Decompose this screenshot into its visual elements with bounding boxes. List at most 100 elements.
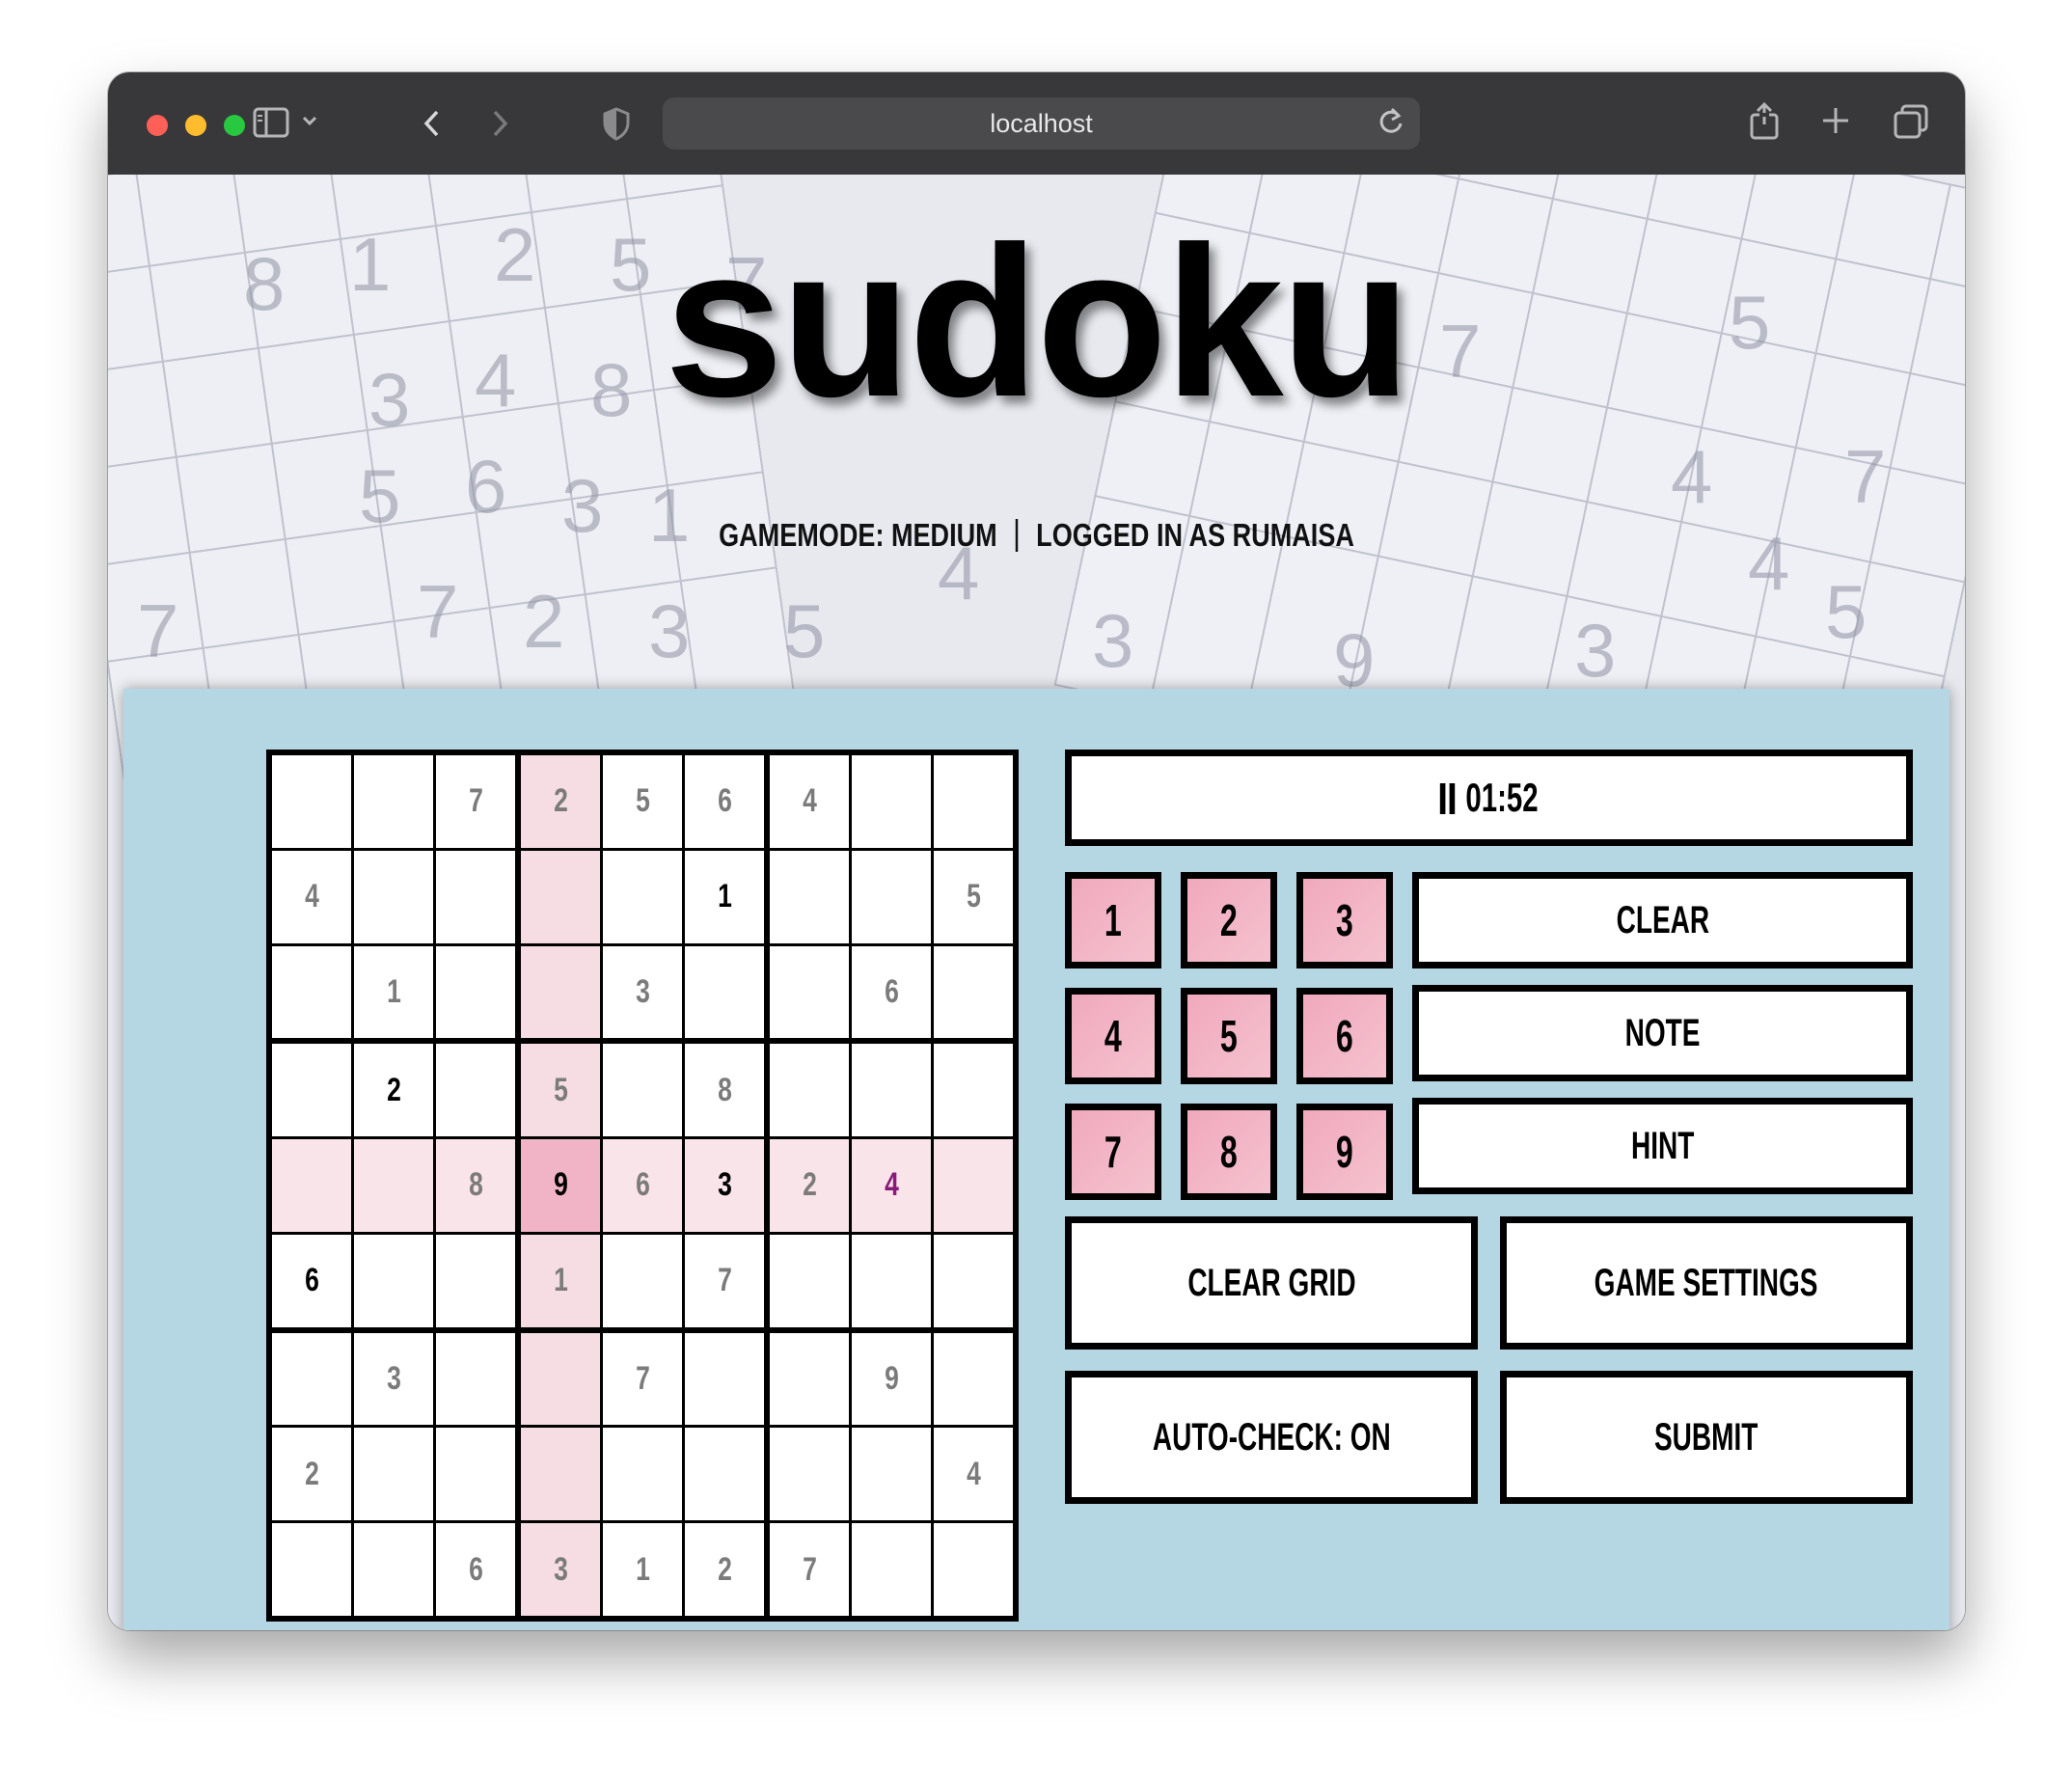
grid-cell-r4c8[interactable] <box>852 1044 931 1137</box>
grid-cell-r3c6[interactable] <box>685 945 764 1039</box>
grid-cell-r1c5[interactable]: 5 <box>603 755 682 848</box>
grid-cell-r5c7[interactable]: 2 <box>770 1139 849 1232</box>
share-icon[interactable] <box>1748 101 1781 144</box>
grid-cell-r4c1[interactable] <box>272 1044 351 1137</box>
grid-cell-r6c6[interactable]: 7 <box>685 1234 764 1327</box>
number-button-6[interactable]: 6 <box>1296 988 1393 1084</box>
grid-cell-r7c2[interactable]: 3 <box>354 1332 433 1426</box>
grid-cell-r6c9[interactable] <box>934 1234 1013 1327</box>
grid-cell-r8c8[interactable] <box>852 1428 931 1521</box>
grid-cell-r9c2[interactable] <box>354 1523 433 1616</box>
grid-cell-r7c9[interactable] <box>934 1332 1013 1426</box>
grid-cell-r4c2[interactable]: 2 <box>354 1044 433 1137</box>
grid-cell-r3c5[interactable]: 3 <box>603 945 682 1039</box>
grid-cell-r1c2[interactable] <box>354 755 433 848</box>
submit-button[interactable]: SUBMIT <box>1500 1371 1913 1504</box>
shield-icon[interactable] <box>602 106 631 145</box>
grid-cell-r6c1[interactable]: 6 <box>272 1234 351 1327</box>
note-button[interactable]: NOTE <box>1412 985 1913 1081</box>
grid-cell-r8c2[interactable] <box>354 1428 433 1521</box>
grid-cell-r2c9[interactable]: 5 <box>934 850 1013 943</box>
address-bar[interactable]: localhost <box>663 97 1420 150</box>
number-button-4[interactable]: 4 <box>1065 988 1161 1084</box>
grid-cell-r7c8[interactable]: 9 <box>852 1332 931 1426</box>
grid-cell-r7c7[interactable] <box>770 1332 849 1426</box>
hint-button[interactable]: HINT <box>1412 1098 1913 1194</box>
grid-cell-r2c6[interactable]: 1 <box>685 850 764 943</box>
grid-cell-r8c3[interactable] <box>436 1428 515 1521</box>
grid-cell-r9c9[interactable] <box>934 1523 1013 1616</box>
grid-cell-r2c5[interactable] <box>603 850 682 943</box>
grid-cell-r9c7[interactable]: 7 <box>770 1523 849 1616</box>
grid-cell-r5c8[interactable]: 4 <box>852 1139 931 1232</box>
grid-cell-r5c9[interactable] <box>934 1139 1013 1232</box>
grid-cell-r1c6[interactable]: 6 <box>685 755 764 848</box>
grid-cell-r3c4[interactable] <box>521 945 600 1039</box>
grid-cell-r7c3[interactable] <box>436 1332 515 1426</box>
grid-cell-r4c4[interactable]: 5 <box>521 1044 600 1137</box>
grid-cell-r5c3[interactable]: 8 <box>436 1139 515 1232</box>
number-button-7[interactable]: 7 <box>1065 1104 1161 1200</box>
grid-cell-r5c1[interactable] <box>272 1139 351 1232</box>
grid-cell-r7c1[interactable] <box>272 1332 351 1426</box>
timer-display[interactable]: 01:52 <box>1065 750 1913 846</box>
grid-cell-r3c9[interactable] <box>934 945 1013 1039</box>
grid-cell-r4c5[interactable] <box>603 1044 682 1137</box>
grid-cell-r7c4[interactable] <box>521 1332 600 1426</box>
grid-cell-r6c8[interactable] <box>852 1234 931 1327</box>
grid-cell-r6c2[interactable] <box>354 1234 433 1327</box>
number-button-8[interactable]: 8 <box>1181 1104 1277 1200</box>
grid-cell-r5c2[interactable] <box>354 1139 433 1232</box>
grid-cell-r8c5[interactable] <box>603 1428 682 1521</box>
grid-cell-r8c4[interactable] <box>521 1428 600 1521</box>
grid-cell-r1c9[interactable] <box>934 755 1013 848</box>
grid-cell-r3c7[interactable] <box>770 945 849 1039</box>
clear-button[interactable]: CLEAR <box>1412 872 1913 968</box>
minimize-window-button[interactable] <box>185 115 206 136</box>
game-settings-button[interactable]: GAME SETTINGS <box>1500 1216 1913 1350</box>
close-window-button[interactable] <box>147 115 168 136</box>
grid-cell-r8c6[interactable] <box>685 1428 764 1521</box>
grid-cell-r5c5[interactable]: 6 <box>603 1139 682 1232</box>
grid-cell-r2c3[interactable] <box>436 850 515 943</box>
grid-cell-r4c3[interactable] <box>436 1044 515 1137</box>
sidebar-icon[interactable] <box>253 106 289 143</box>
grid-cell-r2c1[interactable]: 4 <box>272 850 351 943</box>
grid-cell-r1c8[interactable] <box>852 755 931 848</box>
grid-cell-r3c1[interactable] <box>272 945 351 1039</box>
number-button-5[interactable]: 5 <box>1181 988 1277 1084</box>
grid-cell-r9c4[interactable]: 3 <box>521 1523 600 1616</box>
plus-icon[interactable] <box>1820 105 1851 140</box>
grid-cell-r3c3[interactable] <box>436 945 515 1039</box>
grid-cell-r9c3[interactable]: 6 <box>436 1523 515 1616</box>
grid-cell-r7c5[interactable]: 7 <box>603 1332 682 1426</box>
number-button-2[interactable]: 2 <box>1181 872 1277 968</box>
grid-cell-r2c8[interactable] <box>852 850 931 943</box>
chevron-down-icon[interactable] <box>301 113 318 131</box>
reload-icon[interactable] <box>1377 106 1404 144</box>
grid-cell-r6c7[interactable] <box>770 1234 849 1327</box>
grid-cell-r8c7[interactable] <box>770 1428 849 1521</box>
number-button-1[interactable]: 1 <box>1065 872 1161 968</box>
grid-cell-r5c6[interactable]: 3 <box>685 1139 764 1232</box>
grid-cell-r1c3[interactable]: 7 <box>436 755 515 848</box>
grid-cell-r2c7[interactable] <box>770 850 849 943</box>
grid-cell-r2c2[interactable] <box>354 850 433 943</box>
grid-cell-r5c4[interactable]: 9 <box>521 1139 600 1232</box>
grid-cell-r4c9[interactable] <box>934 1044 1013 1137</box>
chevron-left-icon[interactable] <box>422 106 443 145</box>
grid-cell-r9c8[interactable] <box>852 1523 931 1616</box>
grid-cell-r1c1[interactable] <box>272 755 351 848</box>
grid-cell-r4c6[interactable]: 8 <box>685 1044 764 1137</box>
clear-grid-button[interactable]: CLEAR GRID <box>1065 1216 1478 1350</box>
grid-cell-r6c5[interactable] <box>603 1234 682 1327</box>
grid-cell-r6c4[interactable]: 1 <box>521 1234 600 1327</box>
grid-cell-r3c2[interactable]: 1 <box>354 945 433 1039</box>
grid-cell-r9c1[interactable] <box>272 1523 351 1616</box>
grid-cell-r9c6[interactable]: 2 <box>685 1523 764 1616</box>
zoom-window-button[interactable] <box>224 115 245 136</box>
grid-cell-r8c9[interactable]: 4 <box>934 1428 1013 1521</box>
grid-cell-r7c6[interactable] <box>685 1332 764 1426</box>
grid-cell-r1c4[interactable]: 2 <box>521 755 600 848</box>
grid-cell-r1c7[interactable]: 4 <box>770 755 849 848</box>
